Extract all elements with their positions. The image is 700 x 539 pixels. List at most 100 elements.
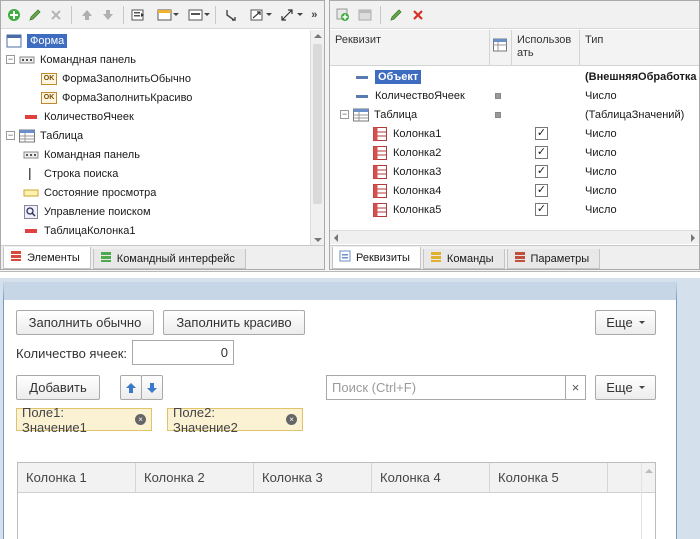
scroll-down-icon[interactable] bbox=[314, 238, 322, 242]
attribute-type: Число bbox=[585, 165, 617, 178]
elements-scrollbar[interactable] bbox=[310, 30, 324, 246]
tree-item[interactable]: Форма bbox=[6, 31, 68, 50]
resize-dropdown[interactable] bbox=[274, 5, 303, 25]
toolbar-more-button[interactable]: » bbox=[305, 5, 324, 25]
layout-dropdown[interactable] bbox=[181, 5, 211, 25]
more-button[interactable]: Еще bbox=[595, 310, 656, 335]
attribute-row[interactable]: Колонка5 ✓ Число bbox=[330, 200, 699, 219]
filter-tag[interactable]: Поле1: Значение1 × bbox=[16, 405, 152, 435]
use-cell[interactable] bbox=[490, 92, 580, 99]
attribute-row[interactable]: Объект (ВнешняяОбработка bbox=[330, 67, 699, 86]
separator bbox=[71, 5, 73, 24]
scroll-thumb[interactable] bbox=[313, 44, 322, 204]
use-checkbox[interactable]: ✓ bbox=[535, 146, 548, 159]
form-view-dropdown[interactable] bbox=[150, 5, 180, 25]
tab-item[interactable]: Реквизиты bbox=[332, 247, 421, 269]
filter-tag[interactable]: Поле2: Значение2 × bbox=[167, 405, 303, 435]
move-up-button[interactable] bbox=[120, 375, 142, 400]
tree-item[interactable]: Состояние просмотра bbox=[23, 183, 156, 202]
fill-normal-button[interactable]: Заполнить обычно bbox=[16, 310, 154, 335]
chevron-down-icon bbox=[173, 12, 180, 16]
scroll-right-icon[interactable] bbox=[691, 234, 695, 242]
scroll-up-icon[interactable] bbox=[645, 469, 653, 473]
header-use[interactable]: Использов ать bbox=[512, 30, 580, 65]
attribute-row[interactable]: Колонка4 ✓ Число bbox=[330, 181, 699, 200]
more-button-2[interactable]: Еще bbox=[595, 375, 656, 400]
properties-button[interactable] bbox=[129, 5, 148, 25]
move-up-button[interactable] bbox=[77, 5, 96, 25]
use-checkbox[interactable]: ✓ bbox=[535, 184, 548, 197]
collapse-icon[interactable]: − bbox=[6, 55, 15, 64]
use-cell[interactable]: ✓ bbox=[490, 146, 580, 159]
use-cell[interactable]: ✓ bbox=[490, 165, 580, 178]
delete-attribute-button[interactable] bbox=[408, 5, 428, 25]
stretch-dropdown[interactable] bbox=[243, 5, 272, 25]
attribute-row[interactable]: Колонка3 ✓ Число bbox=[330, 162, 699, 181]
table-icon bbox=[493, 38, 507, 52]
tab-item[interactable]: Элементы bbox=[3, 247, 91, 269]
tree-item[interactable]: ТаблицаКолонка1 bbox=[23, 221, 135, 240]
use-checkbox[interactable]: ✓ bbox=[535, 203, 548, 216]
tree-item-label: ФормаЗаполнитьОбычно bbox=[62, 72, 191, 85]
column-header[interactable]: Колонка 4 bbox=[372, 463, 490, 492]
edit-attribute-button[interactable] bbox=[386, 5, 406, 25]
collapse-icon[interactable]: − bbox=[6, 131, 15, 140]
edit-button[interactable] bbox=[25, 5, 44, 25]
close-icon[interactable]: × bbox=[286, 414, 297, 425]
add-column-button[interactable] bbox=[355, 5, 375, 25]
arrow-down-icon bbox=[103, 9, 114, 20]
tab-item[interactable]: Команды bbox=[422, 249, 505, 269]
arrow-up-icon bbox=[81, 9, 92, 20]
attribute-row[interactable]: КоличествоЯчеек Число bbox=[330, 86, 699, 105]
use-cell[interactable]: ✓ bbox=[490, 184, 580, 197]
column-header[interactable]: Колонка 1 bbox=[18, 463, 136, 492]
attributes-hscrollbar[interactable] bbox=[330, 230, 699, 244]
move-down-button[interactable] bbox=[98, 5, 117, 25]
tab-item[interactable]: Параметры bbox=[506, 249, 601, 269]
table-scrollbar[interactable] bbox=[641, 463, 655, 539]
add-element-button[interactable] bbox=[4, 5, 23, 25]
scroll-left-icon[interactable] bbox=[334, 234, 338, 242]
column-header[interactable]: Колонка 5 bbox=[490, 463, 608, 492]
collapse-icon[interactable]: − bbox=[340, 110, 349, 119]
attribute-row[interactable]: Колонка1 ✓ Число bbox=[330, 124, 699, 143]
header-attribute[interactable]: Реквизит bbox=[330, 30, 490, 65]
tree-item[interactable]: OK ФормаЗаполнитьОбычно bbox=[41, 69, 191, 88]
use-cell[interactable] bbox=[490, 111, 580, 118]
use-cell[interactable]: ✓ bbox=[490, 203, 580, 216]
use-checkbox[interactable]: ✓ bbox=[535, 165, 548, 178]
search-clear-button[interactable]: × bbox=[565, 375, 586, 400]
wrap-icon bbox=[226, 9, 236, 21]
tree-item[interactable]: Управление поиском bbox=[23, 202, 151, 221]
use-checkbox[interactable]: ✓ bbox=[535, 127, 548, 140]
tree-item[interactable]: − Таблица bbox=[6, 126, 83, 145]
tree-item-label: ФормаЗаполнитьКрасиво bbox=[62, 91, 193, 104]
attribute-icon bbox=[354, 89, 370, 103]
elements-tabs: Элементы Командный интерфейс bbox=[1, 245, 324, 269]
tree-item[interactable]: Строка поиска bbox=[23, 164, 118, 183]
tab-item[interactable]: Командный интерфейс bbox=[92, 249, 246, 269]
move-down-button[interactable] bbox=[141, 375, 163, 400]
tree-item[interactable]: КоличествоЯчеек bbox=[23, 107, 134, 126]
column-header[interactable]: Колонка 2 bbox=[136, 463, 254, 492]
close-icon[interactable]: × bbox=[135, 414, 146, 425]
delete-button[interactable] bbox=[47, 5, 66, 25]
cells-input[interactable]: 0 bbox=[132, 340, 234, 365]
attribute-row[interactable]: Колонка2 ✓ Число bbox=[330, 143, 699, 162]
values-table[interactable]: Колонка 1 Колонка 2 Колонка 3 Колонка 4 Коло… bbox=[17, 462, 656, 539]
fill-pretty-button[interactable]: Заполнить красиво bbox=[163, 310, 305, 335]
search-input[interactable]: Поиск (Ctrl+F) bbox=[326, 375, 566, 400]
column-header[interactable]: Колонка 3 bbox=[254, 463, 372, 492]
header-type[interactable]: Тип bbox=[580, 30, 699, 65]
scroll-up-icon[interactable] bbox=[314, 34, 322, 38]
tree-item[interactable]: − Командная панель bbox=[6, 50, 136, 69]
attribute-row[interactable]: − Таблица (ТаблицаЗначений) bbox=[330, 105, 699, 124]
wrap-button[interactable] bbox=[221, 5, 240, 25]
tree-item[interactable]: OK ФормаЗаполнитьКрасиво bbox=[41, 88, 192, 107]
attribute-type: (ВнешняяОбработка bbox=[585, 70, 697, 83]
tree-item[interactable]: Командная панель bbox=[23, 145, 140, 164]
add-button[interactable]: Добавить bbox=[16, 375, 100, 400]
tree-item-label: Строка поиска bbox=[44, 167, 119, 180]
add-attribute-button[interactable] bbox=[333, 5, 353, 25]
use-cell[interactable]: ✓ bbox=[490, 127, 580, 140]
